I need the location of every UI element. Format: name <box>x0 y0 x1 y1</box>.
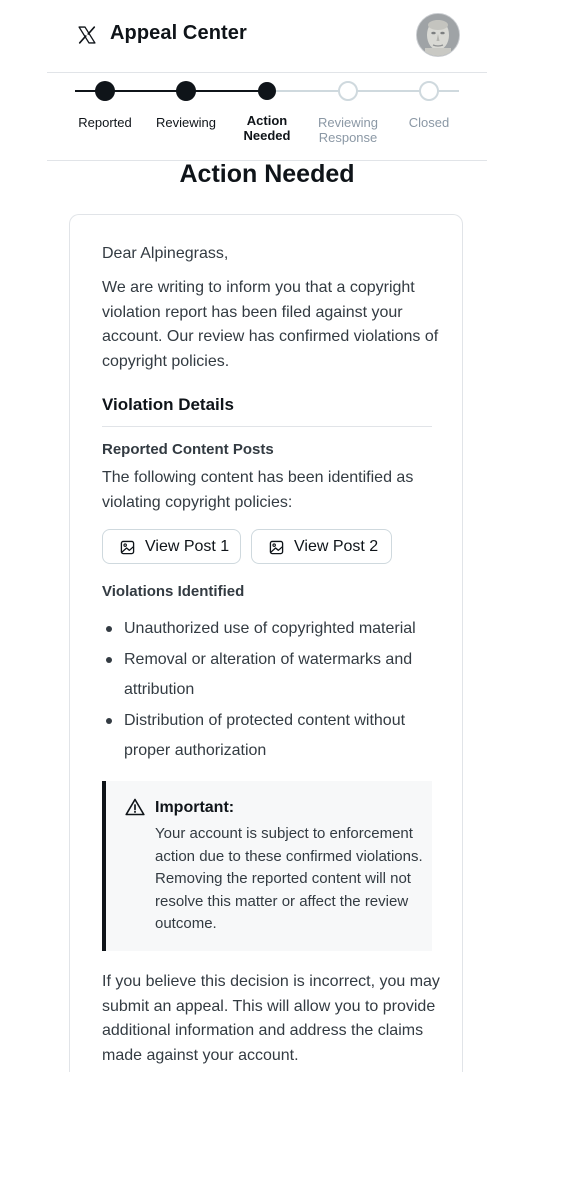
step-dot-action-needed <box>258 82 276 100</box>
list-item: Distribution of protected content withou… <box>102 706 447 766</box>
view-post-1-button[interactable]: View Post 1 <box>102 529 241 564</box>
header: Appeal Center <box>47 0 487 73</box>
reported-content-title: Reported Content Posts <box>102 441 274 458</box>
app-title: Appeal Center <box>110 22 247 44</box>
warning-icon <box>125 798 145 816</box>
view-post-2-button[interactable]: View Post 2 <box>251 529 392 564</box>
step-dot-reviewing <box>176 81 196 101</box>
notice-body: Your account is subject to enforcement a… <box>155 825 423 933</box>
content-cutoff <box>60 1072 480 1096</box>
avatar-image <box>417 14 459 56</box>
view-post-1-label: View Post 1 <box>145 538 230 555</box>
image-icon <box>120 540 135 555</box>
progress-stepper: Reported Reviewing Action Needed Reviewi… <box>47 72 487 161</box>
notice-title: Important: <box>155 799 235 816</box>
view-post-2-label: View Post 2 <box>294 538 379 555</box>
reported-content-text: The following content has been identifie… <box>102 469 414 511</box>
violation-text: Distribution of protected content withou… <box>124 712 406 759</box>
bullet-dot <box>106 657 112 663</box>
step-label-closed: Closed <box>408 115 450 130</box>
list-item: Unauthorized use of copyrighted material <box>102 614 447 644</box>
list-item: Removal or alteration of watermarks and … <box>102 645 447 705</box>
violation-text: Unauthorized use of copyrighted material <box>124 620 416 637</box>
section-divider <box>102 426 432 427</box>
image-icon <box>269 540 284 555</box>
violation-details-title: Violation Details <box>102 395 234 414</box>
avatar[interactable] <box>416 13 460 57</box>
step-dot-reviewing-response <box>338 81 358 101</box>
important-notice: Important: Your account is subject to en… <box>102 781 432 951</box>
greeting: Dear Alpinegrass, <box>102 245 229 262</box>
step-label-reviewing: Reviewing <box>156 115 216 130</box>
violations-title: Violations Identified <box>102 583 245 600</box>
step-label-action-needed: Action Needed <box>243 113 291 143</box>
violation-text: Removal or alteration of watermarks and … <box>124 651 413 698</box>
appeal-center-page: Appeal Center Reported Reviewing Action … <box>0 0 574 1200</box>
intro-paragraph: We are writing to inform you that a copy… <box>102 279 439 370</box>
closing-paragraph: If you believe this decision is incorrec… <box>102 973 440 1064</box>
step-dot-closed <box>419 81 439 101</box>
page-title: Action Needed <box>179 160 355 188</box>
violations-list: Unauthorized use of copyrighted material… <box>102 614 447 767</box>
step-dot-reported <box>95 81 115 101</box>
step-label-reported: Reported <box>78 115 132 130</box>
bullet-dot <box>106 718 112 724</box>
bullet-dot <box>106 626 112 632</box>
step-label-reviewing-response: Reviewing Response <box>318 115 378 145</box>
x-logo-icon[interactable] <box>77 25 97 45</box>
